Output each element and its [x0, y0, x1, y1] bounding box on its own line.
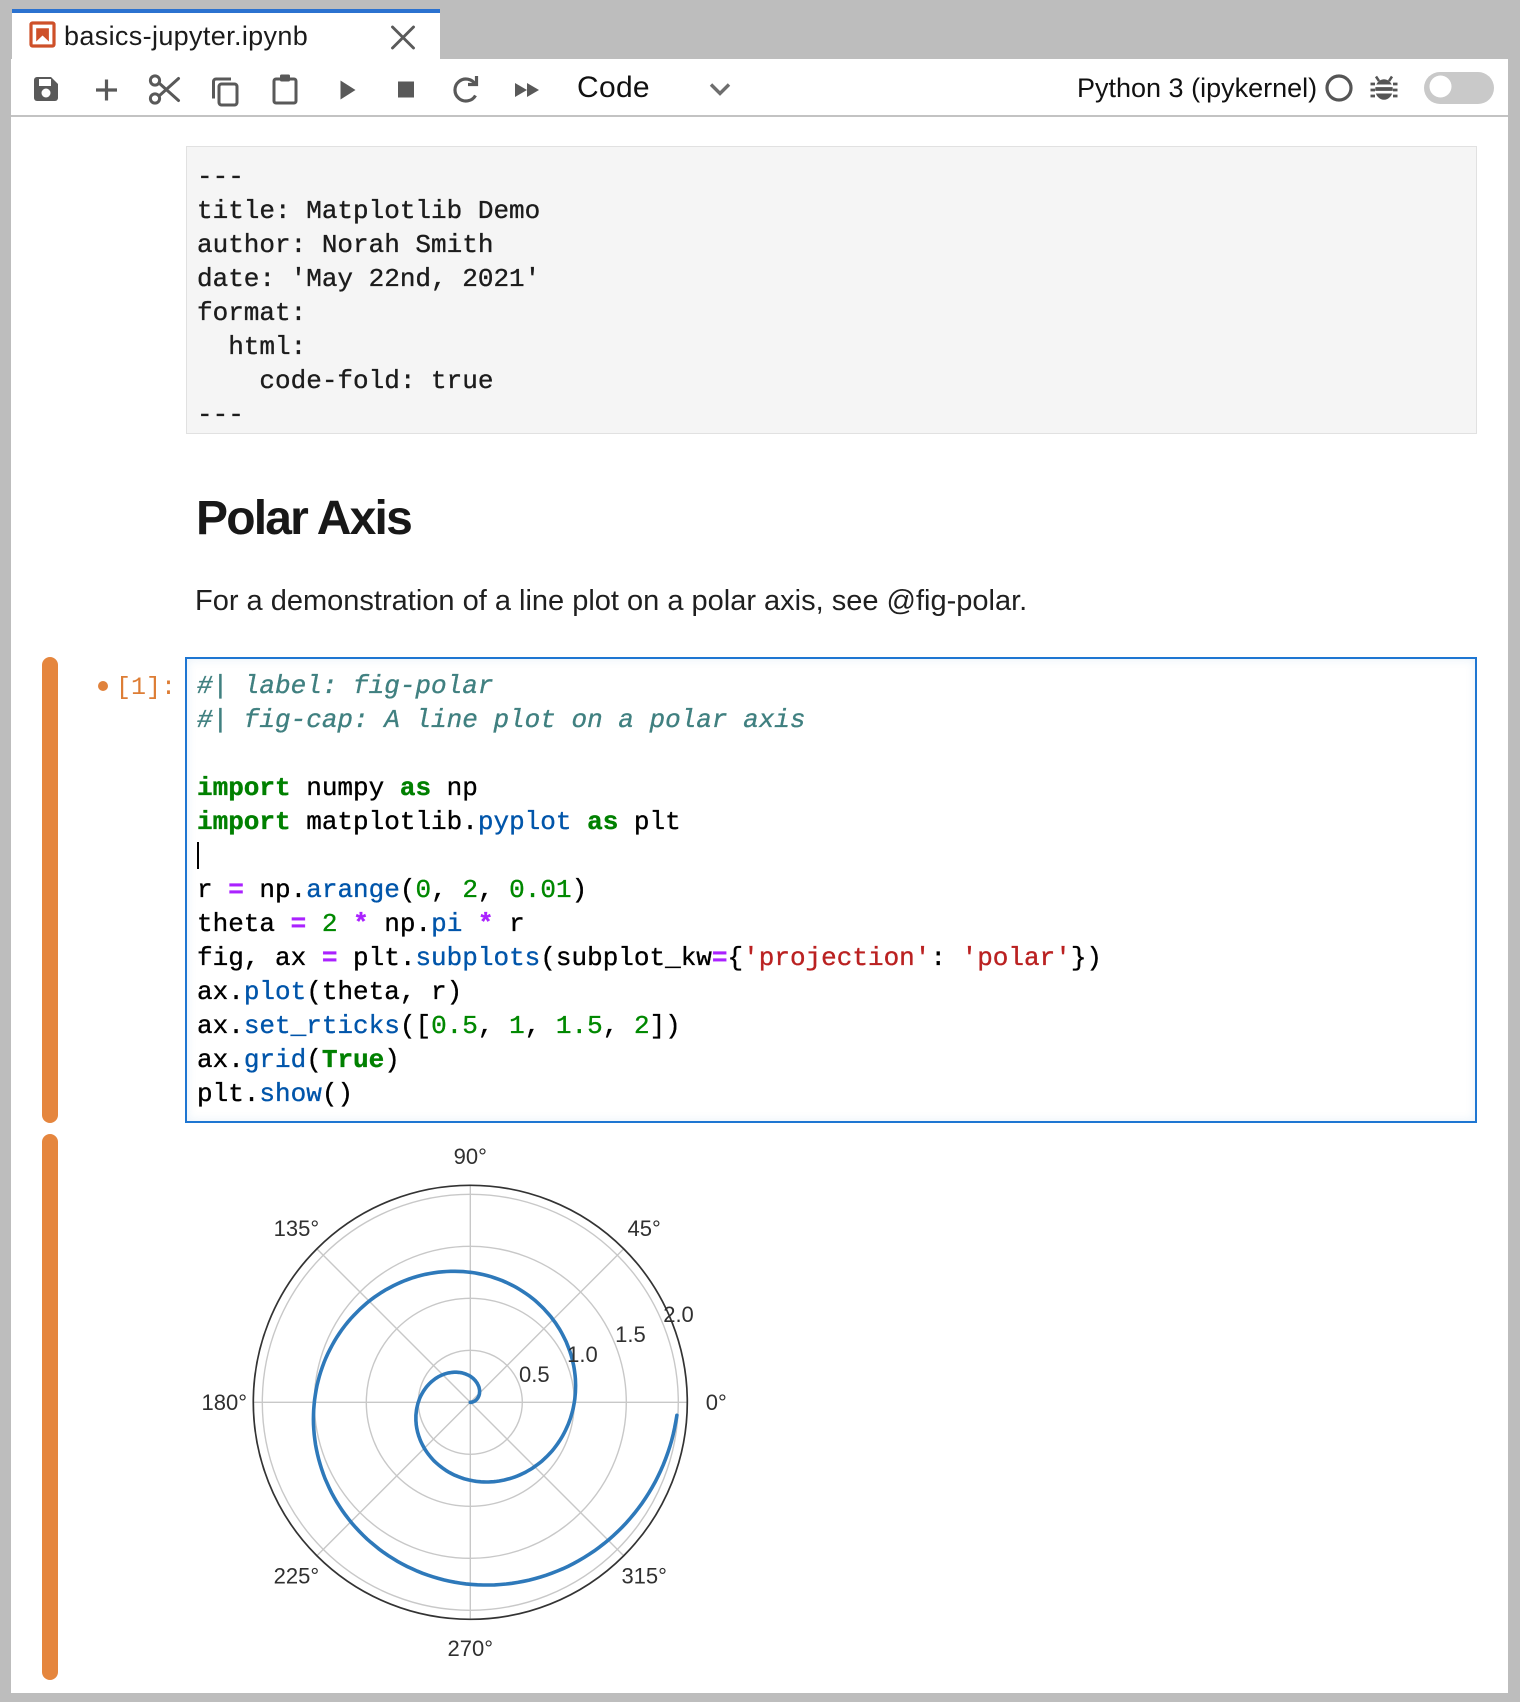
svg-text:225°: 225°	[274, 1564, 320, 1589]
svg-text:45°: 45°	[628, 1216, 661, 1241]
svg-text:180°: 180°	[202, 1390, 248, 1415]
svg-text:0°: 0°	[706, 1390, 727, 1415]
svg-text:1.5: 1.5	[615, 1322, 646, 1347]
svg-text:135°: 135°	[274, 1216, 320, 1241]
svg-text:315°: 315°	[621, 1564, 667, 1589]
svg-text:1.0: 1.0	[567, 1342, 598, 1367]
svg-text:0.5: 0.5	[519, 1362, 550, 1387]
svg-text:90°: 90°	[454, 1144, 487, 1169]
svg-text:270°: 270°	[448, 1636, 494, 1661]
svg-text:2.0: 2.0	[663, 1302, 694, 1327]
